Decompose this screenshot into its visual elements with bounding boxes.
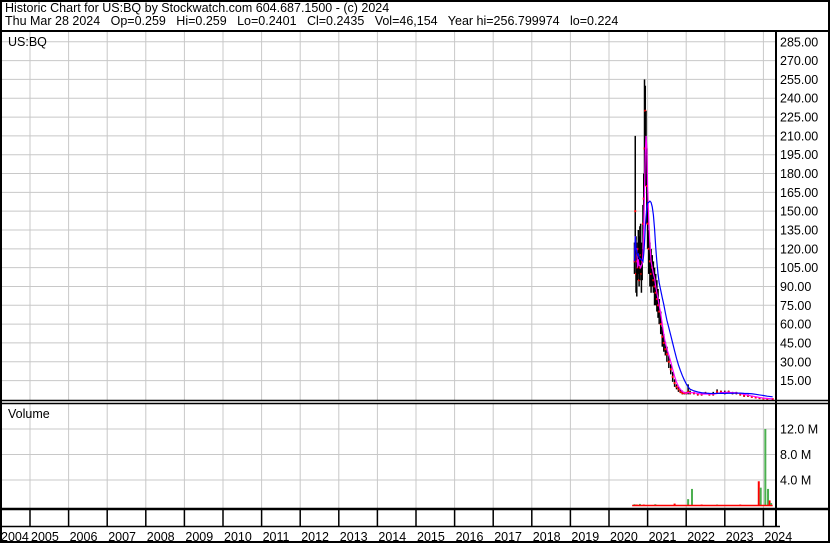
chart-marks (632, 79, 774, 507)
y-tick-label: 210.00 (780, 129, 818, 143)
close-point (677, 388, 680, 391)
y-tick-label: 105.00 (780, 261, 818, 275)
x-tick-label: 2018 (533, 530, 561, 543)
volume-tick-label: 12.0 M (780, 423, 818, 437)
y-tick-label: 45.00 (780, 336, 811, 350)
volume-tick-label: 4.0 M (780, 474, 811, 488)
volume-bar (687, 499, 690, 506)
volume-bar (759, 487, 762, 506)
close-point (662, 341, 665, 344)
x-tick-label: 2004 (1, 530, 29, 543)
close-point (659, 323, 662, 326)
x-tick-label: 2024 (764, 530, 792, 543)
x-tick-label: 2007 (108, 530, 136, 543)
x-tick-label: 2006 (70, 530, 98, 543)
x-tick-label: 2005 (31, 530, 59, 543)
close-point (716, 390, 719, 393)
x-tick-label: 2011 (263, 530, 290, 543)
x-tick-label: 2022 (687, 530, 715, 543)
y-tick-label: 15.00 (780, 374, 811, 388)
volume-label: Volume (8, 407, 50, 421)
x-tick-label: 2015 (417, 530, 445, 543)
y-tick-label: 195.00 (780, 148, 818, 162)
x-tick-label: 2023 (726, 530, 754, 543)
close-point (673, 382, 676, 385)
volume-bar (690, 488, 693, 506)
x-tick-label: 2020 (610, 530, 638, 543)
close-point (661, 335, 664, 338)
close-point (667, 360, 670, 363)
close-point (634, 210, 637, 213)
close-point (669, 368, 672, 371)
x-tick-label: 2008 (147, 530, 175, 543)
y-tick-label: 60.00 (780, 318, 811, 332)
symbol-label: US:BQ (8, 35, 47, 49)
y-tick-label: 150.00 (780, 205, 818, 219)
y-tick-label: 120.00 (780, 242, 818, 256)
y-tick-label: 240.00 (780, 92, 818, 106)
x-tick-label: 2010 (224, 530, 252, 543)
stock-chart: US:BQ Volume 2004 2005 2006 2007 2008 2009 201… (0, 30, 830, 543)
x-tick-label: 2013 (340, 530, 368, 543)
x-tick-label: 2016 (456, 530, 484, 543)
close-point (675, 385, 678, 388)
x-tick-label: 2021 (649, 530, 677, 543)
grid (2, 32, 776, 527)
close-point (664, 348, 667, 351)
close-point (646, 222, 649, 225)
close-point (665, 353, 668, 356)
y-tick-label: 75.00 (780, 299, 811, 313)
y-tick-label: 270.00 (780, 54, 818, 68)
y-tick-label: 180.00 (780, 167, 818, 181)
volume-tick-label: 8.0 M (780, 448, 811, 462)
y-tick-label: 255.00 (780, 73, 818, 87)
volume-bar (757, 481, 760, 506)
y-tick-label: 165.00 (780, 186, 818, 200)
close-point (679, 390, 682, 393)
y-tick-label: 285.00 (780, 35, 818, 49)
x-tick-label: 2017 (494, 530, 522, 543)
close-point (671, 375, 674, 378)
x-tick-label: 2012 (301, 530, 329, 543)
x-tick-label: 2019 (571, 530, 599, 543)
x-tick-label: 2009 (185, 530, 213, 543)
y-tick-label: 90.00 (780, 280, 811, 294)
volume-bar (764, 429, 767, 506)
y-tick-label: 30.00 (780, 355, 811, 369)
x-tick-label: 2014 (378, 530, 406, 543)
y-tick-label: 135.00 (780, 224, 818, 238)
y-tick-label: 225.00 (780, 111, 818, 125)
